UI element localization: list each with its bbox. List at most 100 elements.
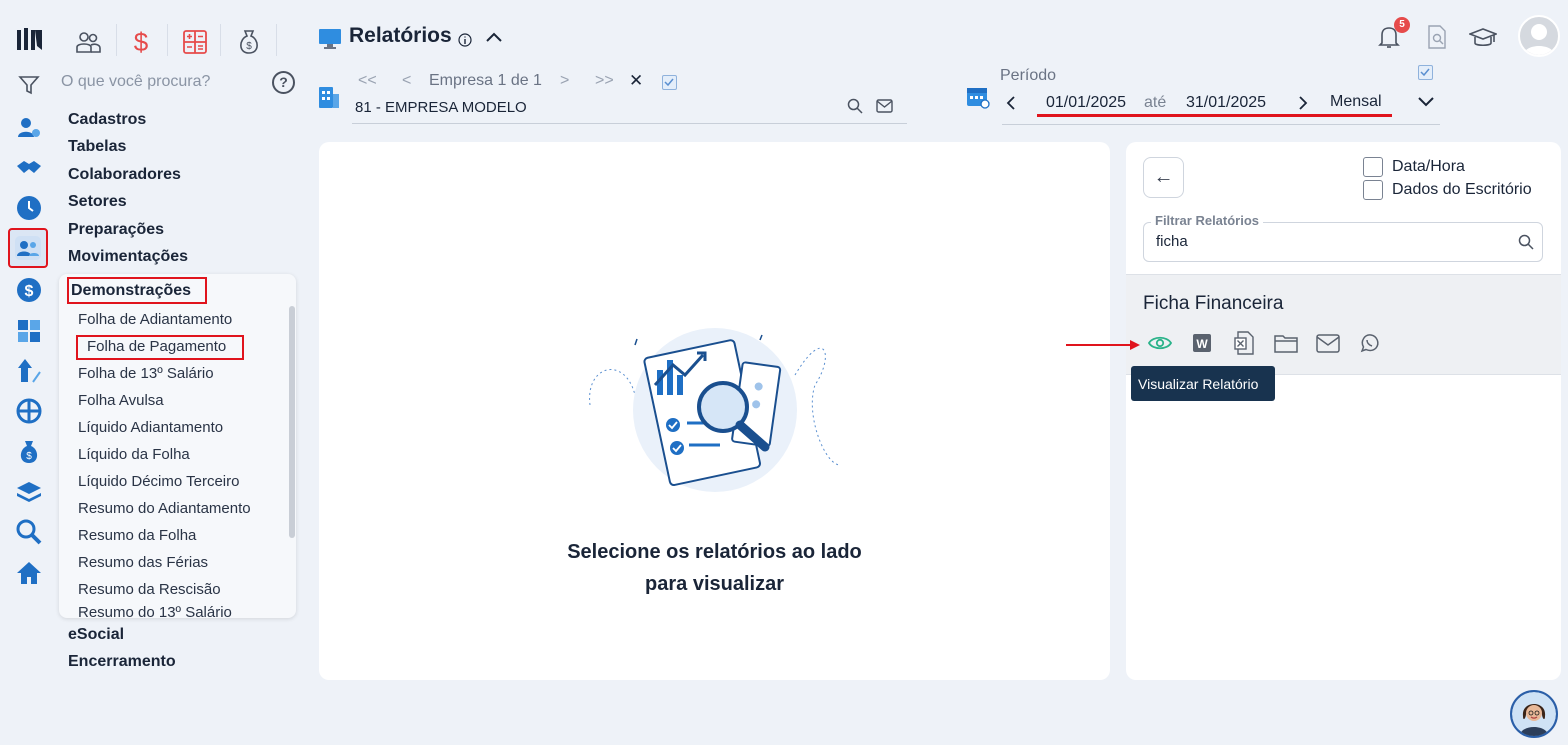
calculator-icon[interactable] (14, 316, 44, 346)
search-company-icon[interactable] (847, 98, 863, 114)
page-title: Relatórios (349, 24, 452, 47)
people-menu-icon[interactable] (8, 228, 48, 268)
empty-state-line-1: Selecione os relatórios ao lado (567, 541, 862, 563)
building-icon (318, 85, 340, 109)
menu-cadastros[interactable]: Cadastros (68, 111, 146, 129)
chevron-down-icon[interactable] (1417, 96, 1435, 108)
handshake-icon[interactable] (14, 153, 44, 183)
submenu-item[interactable]: Resumo do Adiantamento (78, 500, 251, 517)
svg-text:$: $ (25, 283, 34, 300)
period-field-underline (1002, 124, 1440, 125)
filter-reports-value: ficha (1156, 233, 1188, 250)
office-data-checkbox[interactable] (1363, 180, 1383, 200)
app-logo[interactable] (15, 26, 45, 54)
company-select-checkbox[interactable] (662, 75, 677, 90)
folder-icon[interactable] (1273, 330, 1299, 356)
period-end-input[interactable]: 31/01/2025 (1186, 94, 1266, 112)
graduation-cap-icon[interactable] (1469, 28, 1497, 48)
svg-text:W: W (1196, 337, 1208, 351)
whatsapp-icon[interactable] (1357, 330, 1383, 356)
submenu-item[interactable]: Folha de Adiantamento (78, 311, 232, 328)
filter-icon[interactable] (14, 70, 44, 100)
first-company-button[interactable]: << (358, 72, 377, 90)
filter-reports-label: Filtrar Relatórios (1151, 213, 1264, 228)
help-icon[interactable]: ? (272, 71, 295, 94)
user-avatar[interactable] (1518, 15, 1560, 57)
network-icon[interactable] (14, 396, 44, 426)
back-button[interactable]: ← (1143, 157, 1184, 198)
clock-icon[interactable] (14, 193, 44, 223)
report-result-row (1126, 274, 1561, 375)
users-settings-icon[interactable] (14, 113, 44, 143)
submenu-item-partial[interactable]: Resumo do 13º Salário (78, 604, 232, 618)
empty-state-line-2: para visualizar (645, 573, 784, 595)
money-bag-module-icon[interactable]: $ (233, 26, 265, 58)
period-label: Período (1000, 67, 1057, 84)
company-field-underline (352, 123, 907, 124)
prev-company-button[interactable]: < (402, 72, 411, 90)
submenu-item[interactable]: Resumo da Folha (78, 527, 196, 544)
submenu-item[interactable]: Resumo da Rescisão (78, 581, 221, 598)
view-report-tooltip: Visualizar Relatório (1131, 366, 1275, 401)
filter-search-icon[interactable] (1518, 234, 1534, 250)
dollar-circle-icon[interactable]: $ (14, 275, 44, 305)
report-result-title: Ficha Financeira (1143, 293, 1284, 314)
svg-text:$: $ (246, 41, 252, 52)
monitor-icon (318, 28, 342, 50)
menu-encerramento[interactable]: Encerramento (68, 653, 176, 671)
dollar-module-icon[interactable]: $ (125, 26, 157, 58)
assistant-avatar[interactable] (1510, 690, 1558, 738)
menu-esocial[interactable]: eSocial (68, 626, 124, 644)
menu-preparacoes[interactable]: Preparações (68, 221, 164, 239)
growth-icon[interactable] (14, 356, 44, 386)
submenu-item[interactable]: Líquido Décimo Terceiro (78, 473, 239, 490)
eye-icon[interactable] (1147, 330, 1173, 356)
selection-highlight (76, 335, 244, 360)
menu-setores[interactable]: Setores (68, 193, 127, 211)
people-module-icon[interactable] (72, 26, 104, 58)
word-icon[interactable]: W (1189, 330, 1215, 356)
period-separator: até (1144, 94, 1167, 111)
period-highlight-underline (1037, 114, 1392, 117)
empty-state-message: Selecione os relatórios ao lado para vis… (319, 536, 1110, 600)
mail-company-icon[interactable] (876, 99, 893, 113)
money-bag-icon[interactable]: $ (14, 437, 44, 467)
period-prev-icon[interactable] (1006, 96, 1016, 110)
mail-icon[interactable] (1315, 330, 1341, 356)
company-field[interactable]: 81 - EMPRESA MODELO (355, 99, 527, 116)
datetime-checkbox[interactable] (1363, 157, 1383, 177)
empty-state-illustration (585, 325, 845, 495)
excel-icon[interactable] (1231, 330, 1257, 356)
menu-tabelas[interactable]: Tabelas (68, 138, 126, 156)
clear-company-button[interactable]: ✕ (629, 71, 643, 91)
search-menu-icon[interactable] (14, 517, 44, 547)
period-start-input[interactable]: 01/01/2025 (1046, 94, 1126, 112)
office-data-checkbox-label: Dados do Escritório (1392, 181, 1532, 198)
filter-reports-input[interactable] (1143, 222, 1543, 262)
menu-colaboradores[interactable]: Colaboradores (68, 166, 181, 184)
last-company-button[interactable]: >> (595, 72, 614, 90)
submenu-item[interactable]: Folha Avulsa (78, 392, 164, 409)
svg-text:$: $ (26, 451, 32, 462)
next-company-button[interactable]: > (560, 72, 569, 90)
search-input[interactable]: O que você procura? (61, 73, 210, 91)
menu-demonstracoes[interactable]: Demonstrações (67, 277, 207, 304)
period-next-icon[interactable] (1298, 96, 1308, 110)
layers-icon[interactable] (14, 477, 44, 507)
info-icon[interactable] (458, 33, 472, 47)
menu-movimentacoes[interactable]: Movimentações (68, 248, 188, 266)
document-search-icon[interactable] (1427, 25, 1447, 49)
period-mode-select[interactable]: Mensal (1330, 93, 1382, 111)
submenu-item[interactable]: Líquido Adiantamento (78, 419, 223, 436)
company-nav-label: Empresa 1 de 1 (429, 72, 542, 89)
collapse-chevron-icon[interactable] (485, 31, 503, 43)
submenu-item[interactable]: Folha de 13º Salário (78, 365, 214, 382)
calculator-module-icon[interactable] (179, 26, 211, 58)
period-checkbox[interactable] (1418, 65, 1433, 80)
submenu-scrollbar[interactable] (289, 306, 295, 538)
notification-badge: 5 (1394, 17, 1410, 33)
submenu-item[interactable]: Resumo das Férias (78, 554, 208, 571)
home-icon[interactable] (14, 558, 44, 588)
annotation-arrow (1066, 339, 1142, 351)
submenu-item[interactable]: Líquido da Folha (78, 446, 190, 463)
